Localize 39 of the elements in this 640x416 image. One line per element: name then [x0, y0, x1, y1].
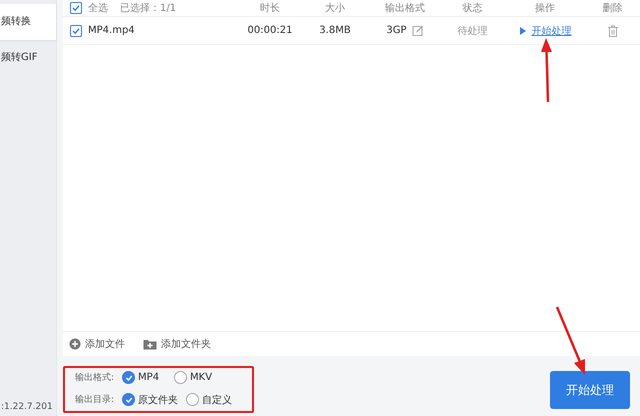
- annotation-arrow: [541, 38, 552, 102]
- plus-icon: [69, 338, 81, 350]
- format-text: 3GP: [386, 25, 407, 36]
- column-header: 状态: [462, 2, 482, 15]
- file-name: MP4.mp4: [88, 25, 135, 36]
- option-label: 输出格式:: [75, 372, 114, 384]
- check-icon: [71, 3, 81, 13]
- checkbox[interactable]: [70, 24, 82, 36]
- checkbox[interactable]: [70, 2, 82, 14]
- version-text: :1.22.7.201: [0, 402, 54, 414]
- check-icon: [124, 372, 134, 382]
- play-icon: [518, 26, 526, 34]
- size-text: 3.8MB: [319, 25, 351, 36]
- radio-option[interactable]: 原文件夹: [122, 392, 178, 406]
- option-label: 输出目录:: [75, 394, 114, 406]
- select-all-label[interactable]: 全选: [88, 1, 108, 15]
- sidebar-item[interactable]: 频转GIF: [0, 40, 56, 76]
- radio-option[interactable]: 自定义: [186, 392, 232, 406]
- folder-icon: [143, 338, 157, 350]
- sidebar-item[interactable]: 频转换: [0, 4, 56, 40]
- check-icon: [71, 26, 81, 36]
- start-link[interactable]: 开始处理: [532, 24, 572, 38]
- column-header: 操作: [535, 2, 555, 15]
- selection-count: 已选择：1/1: [120, 2, 176, 15]
- column-header: 时长: [260, 2, 280, 15]
- column-header: 大小: [325, 2, 345, 15]
- duration-text: 00:00:21: [248, 25, 292, 36]
- status-text: 待处理: [458, 24, 488, 38]
- radio-option[interactable]: MP4: [122, 371, 166, 384]
- check-icon: [124, 394, 134, 404]
- toolbar-button[interactable]: 添加文件夹: [143, 337, 211, 351]
- column-header: 输出格式: [385, 2, 425, 15]
- toolbar-button[interactable]: 添加文件: [69, 337, 125, 351]
- annotation-arrow: [556, 306, 585, 375]
- radio-option[interactable]: MKV: [174, 371, 218, 384]
- start-button[interactable]: 开始处理: [550, 371, 630, 409]
- trash-icon[interactable]: [606, 24, 618, 36]
- edit-icon[interactable]: [412, 24, 424, 36]
- column-header: 删除: [602, 2, 622, 15]
